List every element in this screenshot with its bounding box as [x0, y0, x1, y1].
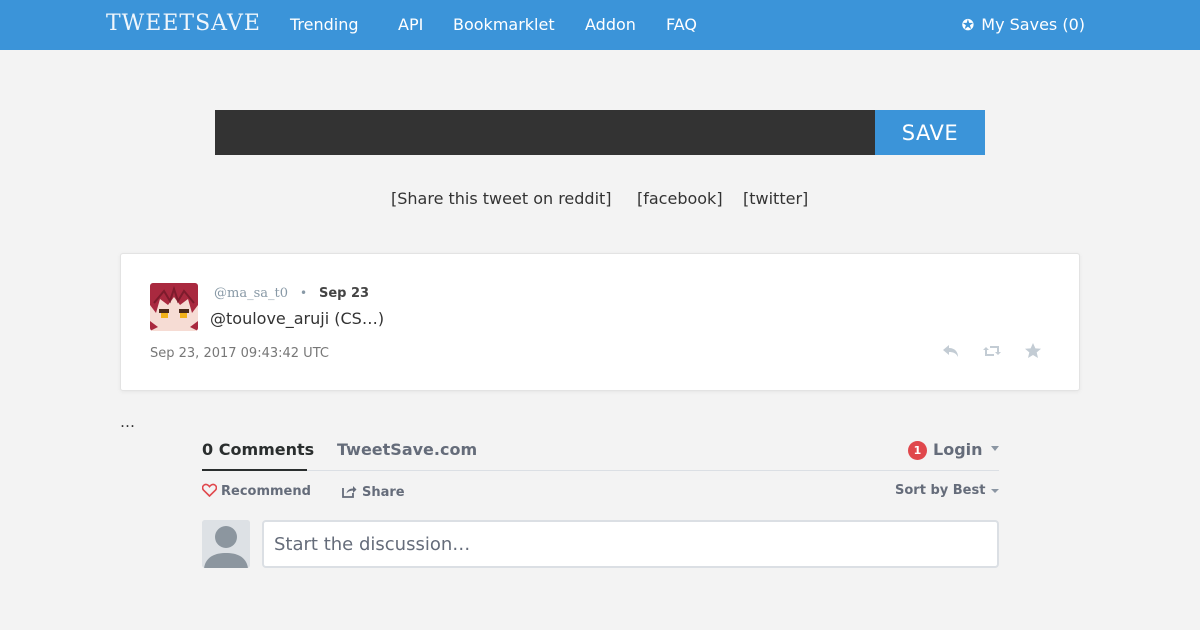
active-tab-indicator	[202, 469, 307, 471]
tweet-text: @toulove_aruji (CS…)	[210, 309, 385, 328]
share-icon	[342, 486, 357, 498]
guest-avatar-icon	[202, 520, 250, 568]
nav-link-api[interactable]: API	[398, 15, 423, 34]
login-button[interactable]: Login	[933, 440, 983, 459]
my-saves-link[interactable]: ✪ My Saves (0)	[962, 15, 1085, 34]
reply-icon[interactable]	[940, 340, 962, 362]
save-button[interactable]: SAVE	[875, 110, 985, 155]
share-reddit-link[interactable]: [Share this tweet on reddit]	[391, 189, 612, 208]
star-circle-icon: ✪	[961, 16, 975, 34]
share-button[interactable]: Share	[342, 484, 405, 500]
notification-badge[interactable]: 1	[908, 441, 927, 460]
nav-link-trending[interactable]: Trending	[290, 15, 359, 34]
sort-chevron-down-icon[interactable]	[991, 489, 999, 493]
separator-dot: •	[300, 286, 308, 300]
tweet-author-handle[interactable]: @ma_sa_t0	[214, 286, 288, 301]
tweet-author-avatar[interactable]	[150, 283, 198, 331]
retweet-icon[interactable]	[981, 340, 1003, 362]
sort-dropdown[interactable]: Sort by Best	[895, 483, 985, 498]
tweet-url-input[interactable]	[215, 110, 875, 155]
tweet-date[interactable]: Sep 23	[319, 286, 369, 301]
discussion-input[interactable]	[262, 520, 999, 568]
tweet-card: @ma_sa_t0 • Sep 23 @toulove_aruji (CS…) …	[120, 253, 1080, 391]
recommend-button[interactable]: Recommend	[201, 483, 311, 499]
nav-link-addon[interactable]: Addon	[585, 15, 636, 34]
recommend-label: Recommend	[221, 484, 311, 499]
tweet-timestamp: Sep 23, 2017 09:43:42 UTC	[150, 346, 329, 361]
sort-label: Sort by Best	[895, 483, 986, 498]
share-twitter-link[interactable]: [twitter]	[743, 189, 808, 208]
nav-link-bookmarklet[interactable]: Bookmarklet	[453, 15, 555, 34]
share-label: Share	[362, 485, 405, 500]
navbar: TWEETSAVE Trending API Bookmarklet Addon…	[0, 0, 1200, 50]
community-tab[interactable]: TweetSave.com	[337, 440, 477, 459]
tabs-divider	[202, 470, 999, 471]
site-logo[interactable]: TWEETSAVE	[106, 11, 261, 36]
heart-icon	[201, 483, 218, 498]
chevron-down-icon[interactable]	[991, 446, 999, 451]
my-saves-label: My Saves (0)	[981, 15, 1085, 34]
favorite-icon[interactable]	[1022, 340, 1044, 362]
ellipsis-text: …	[120, 413, 135, 431]
nav-link-faq[interactable]: FAQ	[666, 15, 697, 34]
share-facebook-link[interactable]: [facebook]	[637, 189, 723, 208]
comments-count-tab[interactable]: 0 Comments	[202, 440, 314, 459]
